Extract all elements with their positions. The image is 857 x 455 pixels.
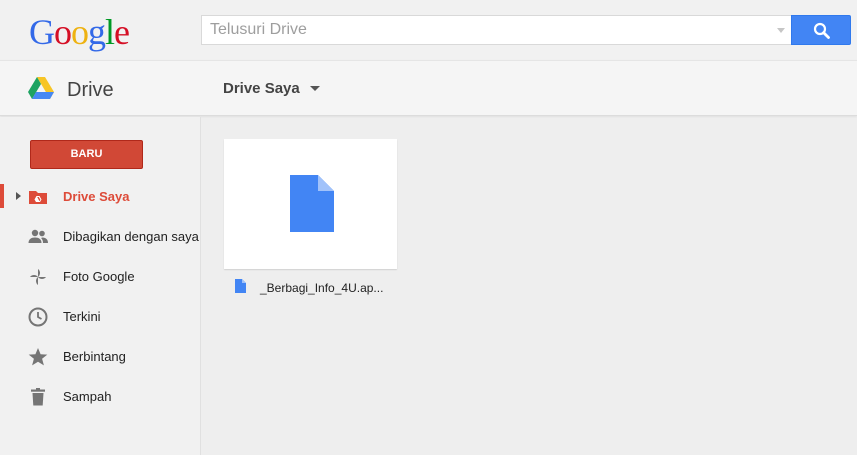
- active-indicator: [0, 184, 4, 208]
- trash-icon: [31, 388, 45, 406]
- sidebar-item-shared[interactable]: Dibagikan dengan saya: [0, 216, 201, 256]
- pinwheel-icon: [30, 269, 46, 285]
- app-bar: Drive Drive Saya: [0, 60, 857, 116]
- sidebar-item-label: Foto Google: [63, 269, 135, 284]
- sidebar-item-label: Dibagikan dengan saya: [63, 229, 199, 244]
- sidebar-item-label: Sampah: [63, 389, 112, 404]
- sidebar-item-starred[interactable]: Berbintang: [0, 336, 201, 376]
- logo-letter: e: [114, 12, 130, 52]
- location-dropdown-label: Drive Saya: [223, 80, 300, 97]
- logo-letter: o: [71, 12, 89, 52]
- drive-logo-icon[interactable]: [28, 77, 54, 99]
- drive-folder-icon: [29, 191, 47, 204]
- app-title: Drive: [67, 79, 114, 101]
- doc-file-icon: [290, 175, 334, 232]
- google-logo[interactable]: Google: [29, 12, 130, 52]
- people-icon: [28, 229, 48, 243]
- sidebar: BARU Drive Saya Dibagikan dengan saya Fo…: [0, 117, 201, 455]
- clock-icon: [28, 307, 48, 327]
- expand-arrow-icon[interactable]: [16, 192, 21, 200]
- sidebar-item-my-drive[interactable]: Drive Saya: [0, 176, 201, 216]
- logo-letter: l: [105, 12, 115, 52]
- file-name: _Berbagi_Info_4U.ap...: [260, 281, 384, 295]
- sidebar-item-label: Berbintang: [63, 349, 126, 364]
- search-input[interactable]: [202, 16, 762, 44]
- sidebar-item-recent[interactable]: Terkini: [0, 296, 201, 336]
- location-dropdown[interactable]: Drive Saya: [223, 80, 320, 97]
- search-icon: [813, 22, 830, 39]
- search-box: [201, 15, 791, 45]
- logo-letter: g: [88, 12, 106, 52]
- logo-letter: G: [29, 12, 55, 52]
- doc-file-icon: [235, 279, 246, 293]
- search-options-caret-icon[interactable]: [777, 28, 785, 33]
- star-icon: [28, 348, 48, 366]
- chevron-down-icon: [309, 86, 320, 91]
- sidebar-item-google-photos[interactable]: Foto Google: [0, 256, 201, 296]
- top-bar: Google: [0, 0, 857, 60]
- sidebar-item-label: Drive Saya: [63, 189, 130, 204]
- search-button[interactable]: [791, 15, 851, 45]
- file-card[interactable]: [224, 139, 397, 269]
- logo-letter: o: [54, 12, 72, 52]
- sidebar-item-label: Terkini: [63, 309, 101, 324]
- new-button[interactable]: BARU: [30, 140, 143, 169]
- sidebar-item-trash[interactable]: Sampah: [0, 376, 201, 416]
